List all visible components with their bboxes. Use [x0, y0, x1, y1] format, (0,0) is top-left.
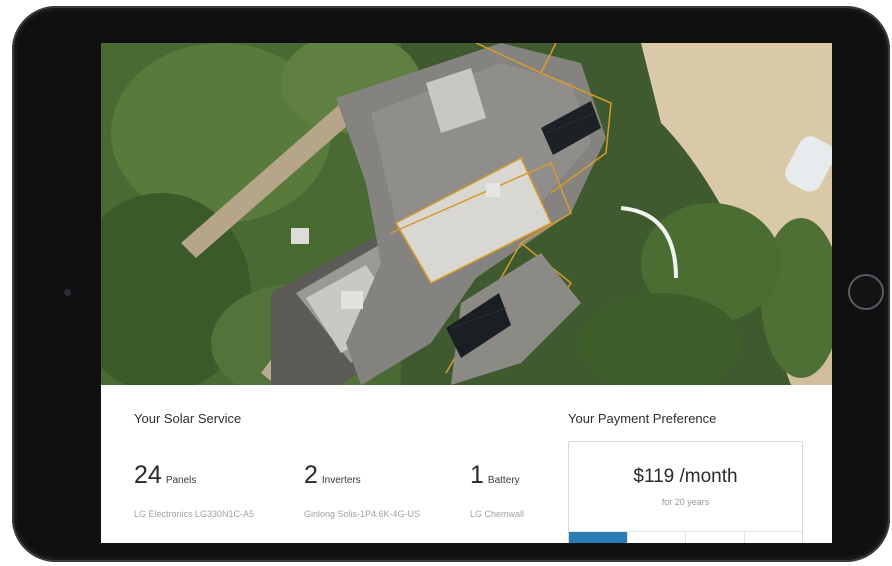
battery-stat: 1 Battery	[470, 463, 520, 488]
ipad-device-frame: Your Solar Service 24 Panels LG Electroni…	[12, 6, 890, 562]
battery-count: 1	[470, 461, 484, 489]
front-camera	[64, 289, 71, 296]
payment-segment-selector	[569, 531, 802, 543]
payment-segment-1[interactable]	[569, 532, 628, 543]
payment-segment-3[interactable]	[686, 532, 745, 543]
inverters-model: Ginlong Solis-1P4.6K-4G-US	[304, 509, 421, 519]
home-button[interactable]	[848, 274, 884, 310]
battery-unit: Battery	[487, 475, 520, 486]
panels-count: 24	[134, 461, 162, 489]
panels-stat: 24 Panels	[134, 463, 196, 488]
inverters-stat: 2 Inverters	[304, 463, 361, 488]
aerial-roof-image	[101, 43, 832, 385]
payment-preference-title: Your Payment Preference	[568, 411, 717, 426]
app-screen: Your Solar Service 24 Panels LG Electroni…	[101, 43, 832, 543]
payment-segment-4[interactable]	[745, 532, 803, 543]
payment-segment-2[interactable]	[628, 532, 686, 543]
payment-option-card[interactable]: $119 /month for 20 years	[568, 441, 803, 543]
payment-term: for 20 years	[661, 497, 710, 507]
inverters-unit: Inverters	[321, 475, 361, 486]
panels-model: LG Electronics LG330N1C-A5	[134, 509, 255, 519]
solar-summary-panel: Your Solar Service 24 Panels LG Electroni…	[101, 385, 832, 543]
panels-unit: Panels	[165, 475, 197, 486]
inverters-count: 2	[304, 461, 318, 489]
solar-service-title: Your Solar Service	[134, 411, 242, 426]
monthly-price: $119 /month	[633, 466, 738, 487]
battery-model: LG Chemwall	[470, 509, 525, 519]
